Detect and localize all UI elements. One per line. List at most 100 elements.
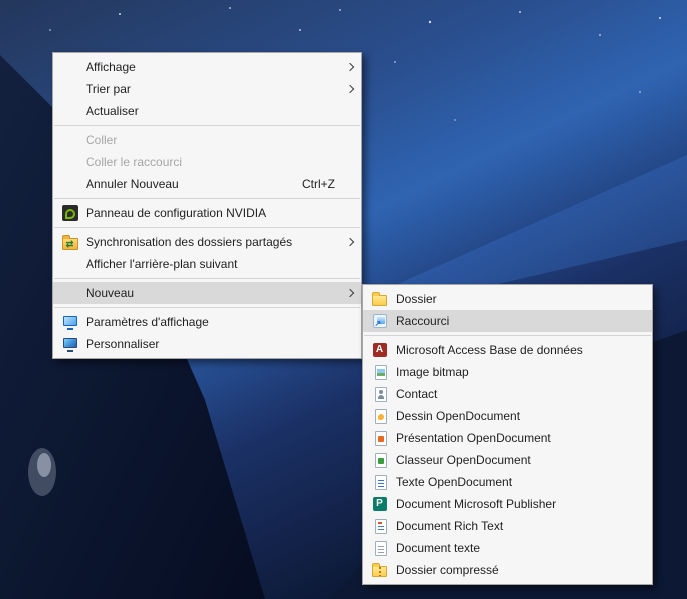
menu-item-label: Coller: [86, 133, 343, 147]
menu-item-raccourci[interactable]: Raccourci: [363, 310, 652, 332]
menu-item-label: Classeur OpenDocument: [396, 453, 634, 467]
menu-item-label: Microsoft Access Base de données: [396, 343, 634, 357]
menu-separator: [54, 278, 360, 279]
nvidia-icon: [62, 205, 78, 221]
icon-slot: [363, 431, 396, 446]
menu-item-label: Panneau de configuration NVIDIA: [86, 206, 343, 220]
icon-slot: [363, 563, 396, 577]
display-settings-icon: [62, 314, 78, 330]
icon-slot: [53, 314, 86, 330]
wallpaper-light-patch: [28, 448, 56, 496]
icon-slot: [363, 409, 396, 424]
icon-slot: [363, 496, 396, 512]
desktop[interactable]: Affichage Trier par Actualiser Coller Coller…: [0, 0, 687, 599]
odf-spreadsheet-icon: [375, 453, 387, 468]
menu-item-label: Synchronisation des dossiers partagés: [86, 235, 343, 249]
icon-slot: [53, 336, 86, 352]
menu-item-annuler-nouveau[interactable]: Annuler NouveauCtrl+Z: [53, 173, 361, 195]
menu-separator: [54, 227, 360, 228]
menu-item-label: Document Microsoft Publisher: [396, 497, 634, 511]
richtext-icon: [375, 519, 387, 534]
menu-item-label: Actualiser: [86, 104, 343, 118]
menu-item-document-microsoft-publisher[interactable]: Document Microsoft Publisher: [363, 493, 652, 515]
menu-item-label: Nouveau: [86, 286, 343, 300]
text-doc-icon: [375, 541, 387, 556]
menu-item-dossier-compresse[interactable]: Dossier compressé: [363, 559, 652, 581]
menu-item-label: Dossier: [396, 292, 634, 306]
menu-item-dessin-opendocument[interactable]: Dessin OpenDocument: [363, 405, 652, 427]
desktop-context-menu: Affichage Trier par Actualiser Coller Coller…: [52, 52, 362, 359]
menu-item-document-rich-text[interactable]: Document Rich Text: [363, 515, 652, 537]
icon-slot: [363, 475, 396, 490]
menu-item-panneau-configuration-nvidia[interactable]: Panneau de configuration NVIDIA: [53, 202, 361, 224]
menu-item-label: Afficher l'arrière-plan suivant: [86, 257, 343, 271]
odf-presentation-icon: [375, 431, 387, 446]
menu-item-label: Image bitmap: [396, 365, 634, 379]
menu-item-label: Trier par: [86, 82, 343, 96]
menu-item-coller: Coller: [53, 129, 361, 151]
contact-icon: [375, 387, 387, 402]
submenu-chevron-icon: [343, 290, 361, 296]
menu-separator: [54, 198, 360, 199]
new-submenu: Dossier Raccourci Microsoft Access Base de…: [362, 284, 653, 585]
sync-folders-icon: [62, 238, 78, 250]
menu-item-presentation-opendocument[interactable]: Présentation OpenDocument: [363, 427, 652, 449]
menu-item-synchronisation-dossiers-partages[interactable]: Synchronisation des dossiers partagés: [53, 231, 361, 253]
menu-item-nouveau[interactable]: Nouveau: [53, 282, 361, 304]
menu-item-document-texte[interactable]: Document texte: [363, 537, 652, 559]
folder-icon: [372, 295, 387, 306]
menu-item-label: Dessin OpenDocument: [396, 409, 634, 423]
icon-slot: [363, 313, 396, 329]
menu-item-label: Dossier compressé: [396, 563, 634, 577]
menu-separator: [364, 335, 651, 336]
access-icon: [373, 343, 387, 357]
menu-item-access-base-de-donnees[interactable]: Microsoft Access Base de données: [363, 339, 652, 361]
menu-item-coller-le-raccourci: Coller le raccourci: [53, 151, 361, 173]
icon-slot: [363, 292, 396, 306]
menu-item-classeur-opendocument[interactable]: Classeur OpenDocument: [363, 449, 652, 471]
menu-item-label: Raccourci: [396, 314, 634, 328]
menu-item-contact[interactable]: Contact: [363, 383, 652, 405]
menu-item-label: Coller le raccourci: [86, 155, 343, 169]
menu-item-label: Affichage: [86, 60, 343, 74]
menu-item-parametres-affichage[interactable]: Paramètres d'affichage: [53, 311, 361, 333]
publisher-icon: [373, 497, 387, 511]
menu-item-image-bitmap[interactable]: Image bitmap: [363, 361, 652, 383]
bitmap-icon: [375, 365, 387, 380]
shortcut-icon: [373, 314, 387, 328]
icon-slot: [363, 519, 396, 534]
menu-item-label: Texte OpenDocument: [396, 475, 634, 489]
zip-folder-icon: [372, 566, 387, 577]
icon-slot: [363, 342, 396, 358]
submenu-chevron-icon: [343, 64, 361, 70]
icon-slot: [363, 387, 396, 402]
menu-separator: [54, 307, 360, 308]
personalize-icon: [62, 336, 78, 352]
menu-separator: [54, 125, 360, 126]
icon-slot: [363, 365, 396, 380]
menu-item-label: Présentation OpenDocument: [396, 431, 634, 445]
submenu-chevron-icon: [343, 239, 361, 245]
menu-item-label: Annuler Nouveau: [86, 177, 302, 191]
odf-text-icon: [375, 475, 387, 490]
menu-item-personnaliser[interactable]: Personnaliser: [53, 333, 361, 355]
menu-item-label: Contact: [396, 387, 634, 401]
menu-item-trier-par[interactable]: Trier par: [53, 78, 361, 100]
menu-item-afficher-arriere-plan-suivant[interactable]: Afficher l'arrière-plan suivant: [53, 253, 361, 275]
menu-item-affichage[interactable]: Affichage: [53, 56, 361, 78]
menu-item-label: Document texte: [396, 541, 634, 555]
menu-item-actualiser[interactable]: Actualiser: [53, 100, 361, 122]
menu-item-dossier[interactable]: Dossier: [363, 288, 652, 310]
icon-slot: [363, 453, 396, 468]
shortcut-hint: Ctrl+Z: [302, 177, 343, 191]
icon-slot: [53, 205, 86, 221]
new-submenu-body: Dossier Raccourci Microsoft Access Base de…: [363, 288, 652, 581]
odf-draw-icon: [375, 409, 387, 424]
desktop-context-menu-body: Affichage Trier par Actualiser Coller Coller…: [53, 56, 361, 355]
menu-item-label: Document Rich Text: [396, 519, 634, 533]
submenu-chevron-icon: [343, 86, 361, 92]
menu-item-texte-opendocument[interactable]: Texte OpenDocument: [363, 471, 652, 493]
icon-slot: [363, 541, 396, 556]
menu-item-label: Personnaliser: [86, 337, 343, 351]
icon-slot: [53, 235, 86, 250]
